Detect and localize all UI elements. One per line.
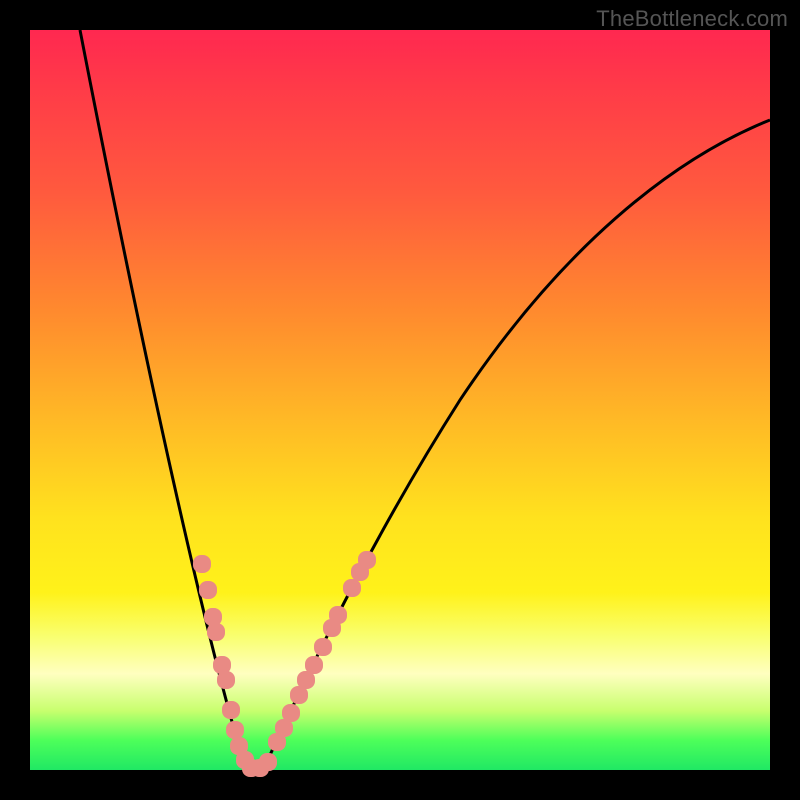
data-marker bbox=[207, 623, 225, 641]
data-marker bbox=[222, 701, 240, 719]
data-marker bbox=[305, 656, 323, 674]
data-marker bbox=[259, 753, 277, 771]
left-branch-markers bbox=[193, 555, 277, 777]
bottleneck-curve bbox=[80, 30, 770, 768]
chart-plot-area bbox=[30, 30, 770, 770]
data-marker bbox=[193, 555, 211, 573]
data-marker bbox=[217, 671, 235, 689]
data-marker bbox=[226, 721, 244, 739]
data-marker bbox=[343, 579, 361, 597]
data-marker bbox=[314, 638, 332, 656]
chart-svg bbox=[30, 30, 770, 770]
data-marker bbox=[329, 606, 347, 624]
data-marker bbox=[358, 551, 376, 569]
chart-frame: TheBottleneck.com bbox=[0, 0, 800, 800]
data-marker bbox=[282, 704, 300, 722]
right-branch-markers bbox=[268, 551, 376, 751]
watermark-text: TheBottleneck.com bbox=[596, 6, 788, 32]
data-marker bbox=[199, 581, 217, 599]
